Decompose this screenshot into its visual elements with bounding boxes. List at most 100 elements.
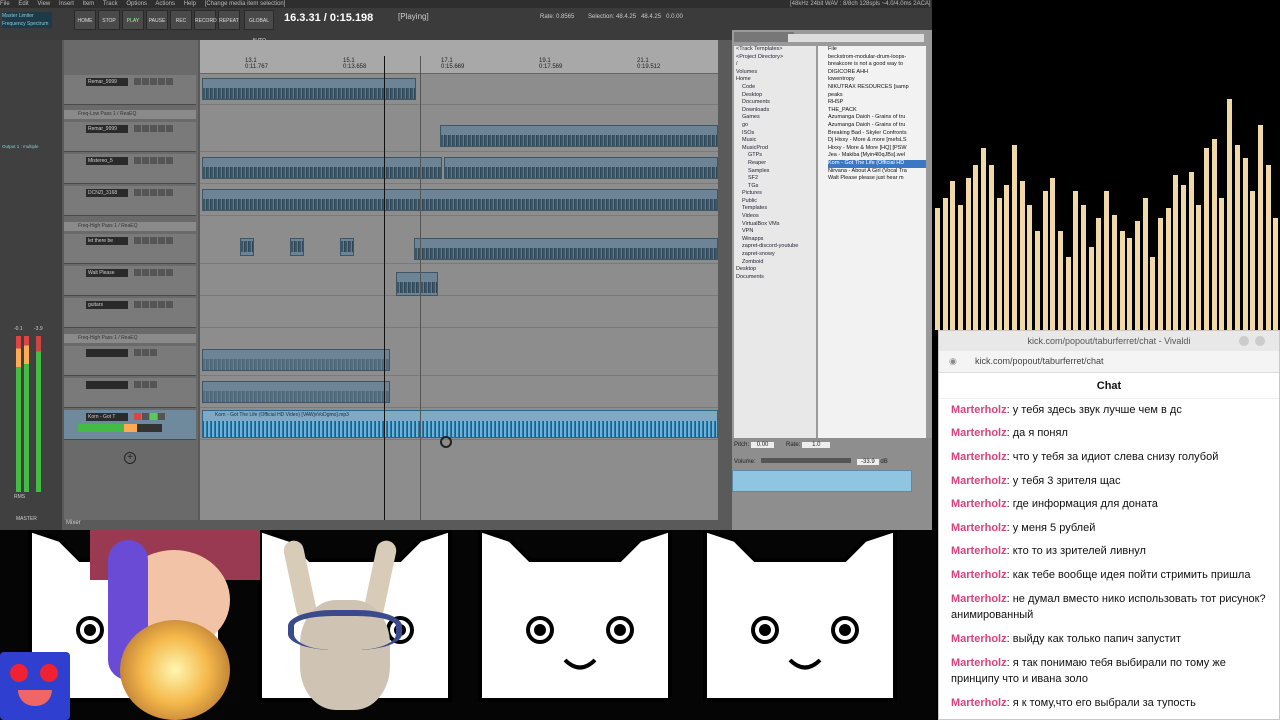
file-item[interactable]: RHSP [828,99,926,107]
menu-options[interactable]: Options [126,1,147,7]
minimize-icon[interactable] [1239,336,1249,346]
menu-help[interactable]: Help [184,1,196,7]
file-item[interactable]: DIGICORE AHH [828,69,926,77]
file-item[interactable]: Jea - Makiba [Myin4l0qJBs].wel [828,152,926,160]
chat-username[interactable]: Marterholz [951,427,1007,439]
tree-item[interactable]: zapret-snowy [736,251,816,259]
add-track-icon[interactable]: + [124,452,136,464]
media-item[interactable] [202,349,390,371]
pitch-field[interactable]: 0.00 [750,442,775,448]
file-item[interactable]: Azumanga Daioh - Grains of tru [828,114,926,122]
track-name[interactable]: Remar_9999 [86,125,128,133]
stop-button[interactable]: STOP [98,10,120,30]
track-buttons[interactable] [134,77,192,86]
rec-button[interactable]: REC [170,10,192,30]
tree-item[interactable]: Samples [736,168,816,176]
tree-item[interactable]: Games [736,114,816,122]
tree-item[interactable]: go [736,122,816,130]
tree-item[interactable]: SF2 [736,175,816,183]
track-name[interactable]: DCNZI_3168 [86,189,128,197]
file-item[interactable]: peaks [828,92,926,100]
media-item[interactable] [396,272,438,296]
rate-field[interactable]: 1.0 [802,442,831,448]
folder-tree[interactable]: <Track Templates> <Project Directory> / … [734,46,816,438]
tree-item[interactable]: / [736,61,816,69]
track-10[interactable]: Korn - Got T [64,410,196,440]
track-buttons[interactable] [134,348,192,357]
media-item[interactable] [290,238,304,256]
menu-actions[interactable]: Actions [155,1,175,7]
tree-item[interactable]: MusicProd [736,145,816,153]
playrate[interactable]: Rate: 0.8565 [540,14,574,20]
menu-insert[interactable]: Insert [59,1,74,7]
tree-item[interactable]: Templates [736,205,816,213]
chat-username[interactable]: Marterholz [951,593,1007,605]
menu-edit[interactable]: Edit [18,1,28,7]
track-6[interactable]: Walt Please [64,266,196,296]
chat-username[interactable]: Marterholz [951,522,1007,534]
path-field[interactable] [788,34,924,42]
url-text[interactable]: kick.com/popout/taburferret/chat [975,356,1104,366]
tree-item[interactable]: Zomboid [736,259,816,267]
menu-view[interactable]: View [37,1,50,7]
media-item[interactable] [240,238,254,256]
tree-item[interactable]: Music [736,137,816,145]
track-buttons[interactable] [134,156,192,165]
chat-username[interactable]: Marterholz [951,697,1007,709]
chat-username[interactable]: Marterholz [951,657,1007,669]
waveform-preview[interactable] [732,470,912,492]
home-button[interactable]: HOME [74,10,96,30]
volume-field[interactable]: -33.9 [857,459,879,465]
file-item[interactable]: Nirvana - About A Girl (Vocal Tra [828,168,926,176]
file-item[interactable]: Hixxy - More & More [HQ] [PSW [828,145,926,153]
tree-item[interactable]: Videos [736,213,816,221]
file-list-header[interactable]: File [828,46,926,54]
tree-item[interactable]: zapret-discord-youtube [736,243,816,251]
media-item[interactable] [202,381,390,403]
track-buttons[interactable] [134,188,192,197]
chat-username[interactable]: Marterholz [951,475,1007,487]
file-item[interactable]: THE_PACK [828,107,926,115]
track-name[interactable] [86,381,128,389]
media-item-korn[interactable]: Korn - Got The Life (Official HD Video) … [202,410,718,438]
file-list[interactable]: File beckstrom-modular-drum-loops- break… [818,46,926,438]
close-icon[interactable] [1255,336,1265,346]
address-bar[interactable]: ◉ kick.com/popout/taburferret/chat [939,351,1279,373]
chat-username[interactable]: Marterholz [951,569,1007,581]
timeline-ruler[interactable]: 13.1 0:11.767 15.1 0:13.658 17.1 0:15.669 1… [200,40,718,74]
tree-item[interactable]: Public [736,198,816,206]
tree-item[interactable]: Volumes [736,69,816,77]
file-item[interactable]: Walt Please please just hear m [828,175,926,183]
track-7[interactable]: guitars [64,298,196,328]
media-item[interactable] [202,157,442,179]
fx-header-2[interactable]: Freq-High Pass 1 / ReaEQ [64,222,196,231]
file-item[interactable]: Azumanga Daioh - Grains of tru [828,122,926,130]
track-buttons[interactable] [134,236,192,245]
track-1[interactable]: Remar_9999 [64,75,196,105]
file-item[interactable]: Breaking Bad - Skyler Confronts [828,130,926,138]
track-8[interactable] [64,346,196,376]
explorer-toolbar[interactable] [734,32,794,42]
track-name[interactable]: Mistereo_5 [86,157,128,165]
tree-item[interactable]: Desktop [736,266,816,274]
track-3[interactable]: Mistereo_5 [64,154,196,184]
tree-item[interactable]: GTPs [736,152,816,160]
chat-username[interactable]: Marterholz [951,545,1007,557]
track-name[interactable]: let there be [86,237,128,245]
repeat-button[interactable]: REPEAT [218,10,240,30]
tree-item[interactable]: <Project Directory> [736,54,816,62]
tree-item[interactable]: <Track Templates> [736,46,816,54]
track-buttons[interactable] [134,300,192,309]
tree-item[interactable]: Code [736,84,816,92]
tree-item[interactable]: VPN [736,228,816,236]
file-item-selected[interactable]: Korn - Got The Life (Official HD [828,159,926,168]
track-buttons[interactable] [134,412,192,421]
global-auto-button[interactable]: GLOBAL AUTO [244,10,274,44]
media-item[interactable] [340,238,354,256]
tree-item[interactable]: ISOs [736,130,816,138]
tree-item[interactable]: Documents [736,99,816,107]
file-item[interactable]: breakcore is not a good way to [828,61,926,69]
menu-item[interactable]: Item [83,1,95,7]
track-5[interactable]: let there be [64,234,196,264]
track-name[interactable] [86,349,128,357]
